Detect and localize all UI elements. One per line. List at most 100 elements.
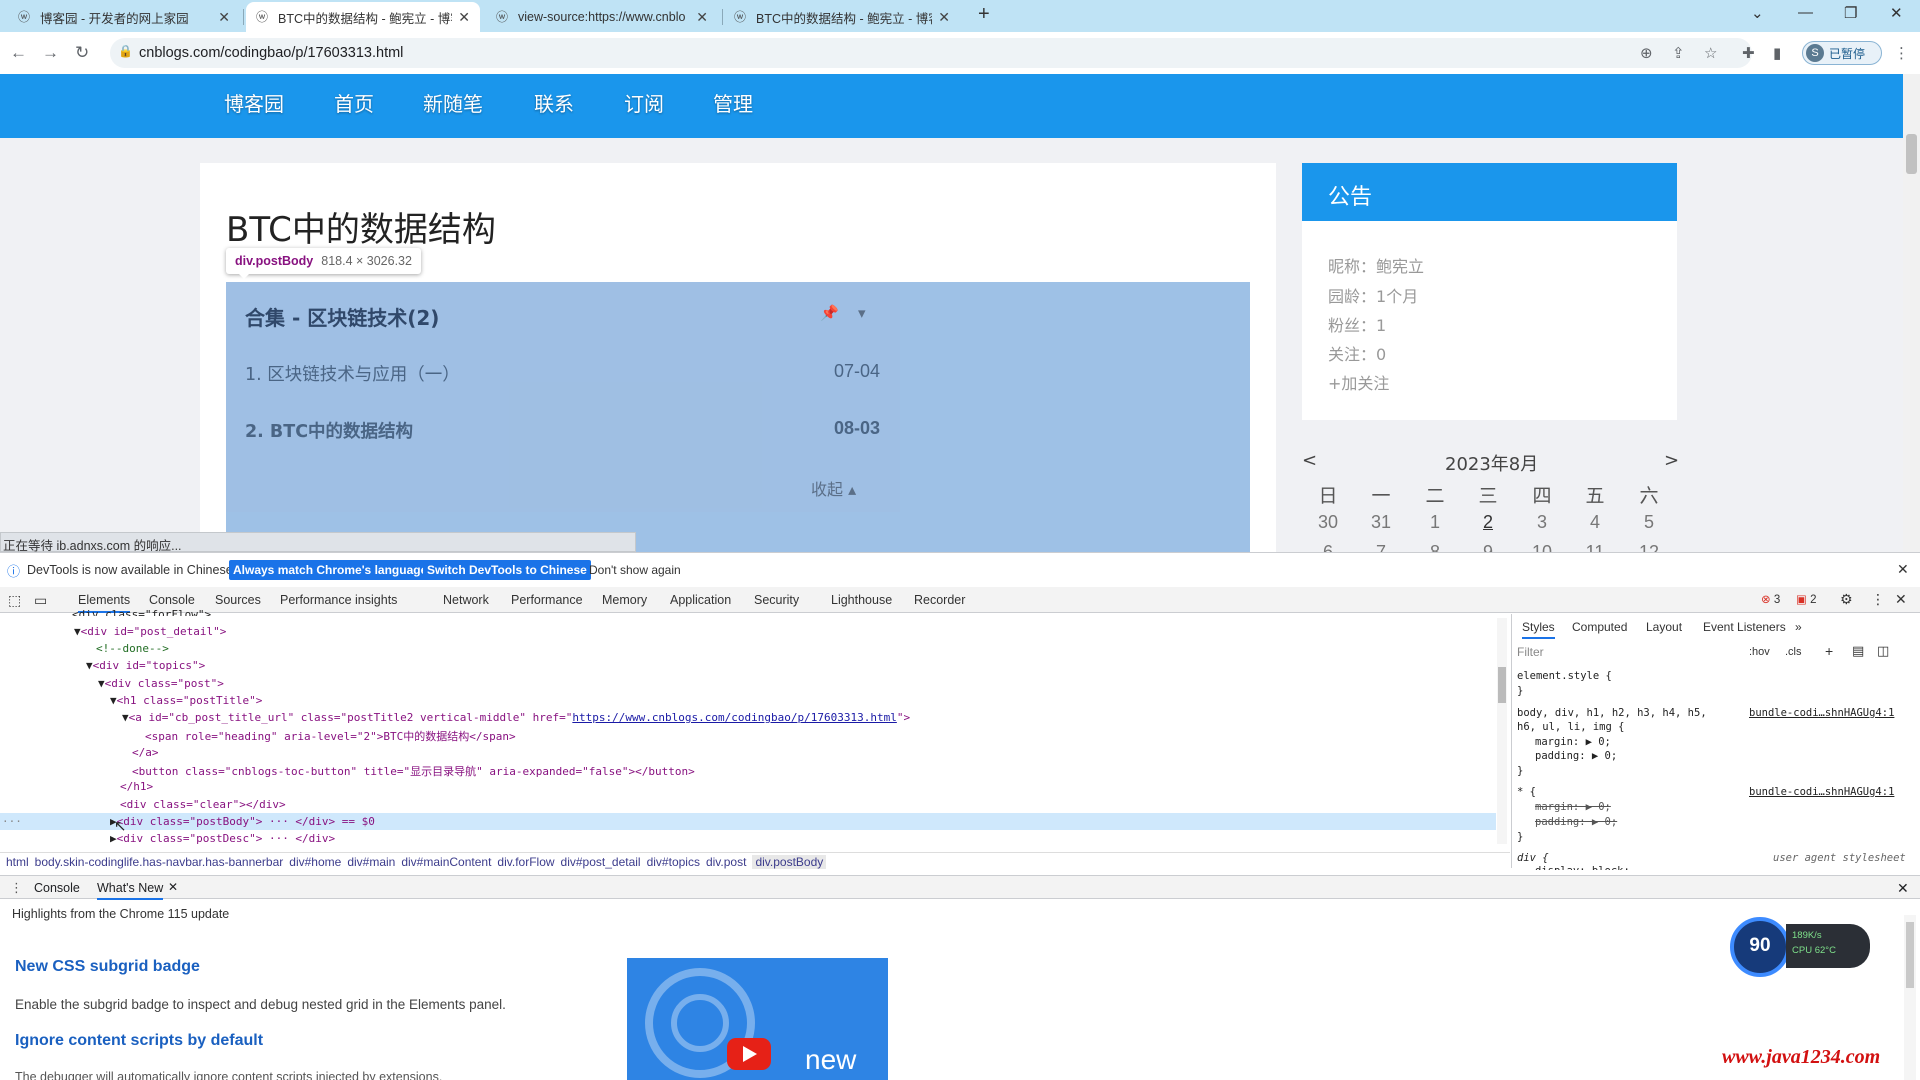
minimize-icon[interactable]: — bbox=[1798, 4, 1813, 21]
dom-comment[interactable]: <!--done--> bbox=[96, 642, 169, 655]
new-rule-icon[interactable]: + bbox=[1825, 643, 1833, 659]
inspect-element-icon[interactable]: ⬚ bbox=[8, 592, 21, 609]
lock-icon[interactable]: 🔒 bbox=[118, 44, 133, 58]
reload-icon[interactable]: ↻ bbox=[75, 43, 89, 63]
collection-item-current[interactable]: 2. BTC中的数据结构 bbox=[245, 418, 413, 443]
paint-icon[interactable]: ▤ bbox=[1852, 643, 1864, 659]
share-icon[interactable]: ⇪ bbox=[1672, 44, 1685, 62]
dom-node-selected[interactable]: ▶<div class="postBody"> ··· </div> == $0 bbox=[110, 815, 375, 828]
breadcrumb-item[interactable]: div#main bbox=[347, 855, 395, 869]
zoom-icon[interactable]: ⊕ bbox=[1640, 44, 1653, 62]
css-rule-selector[interactable]: element.style { bbox=[1517, 670, 1612, 682]
breadcrumb-item[interactable]: div#topics bbox=[647, 855, 700, 869]
bookmark-star-icon[interactable]: ☆ bbox=[1704, 44, 1717, 62]
dom-node[interactable]: ▼<div class="post"> bbox=[98, 677, 224, 690]
extensions-puzzle-icon[interactable]: ✚ bbox=[1742, 44, 1755, 62]
css-declaration[interactable]: padding: ▶ 0; bbox=[1535, 750, 1617, 762]
drawer-tab-whats-new[interactable]: What's New bbox=[97, 881, 164, 900]
breadcrumb-item[interactable]: div#mainContent bbox=[401, 855, 491, 869]
tab-performance[interactable]: Performance bbox=[511, 593, 583, 607]
sidebar-toggle-icon[interactable]: ◫ bbox=[1877, 643, 1889, 659]
tab-performance-insights[interactable]: Performance insights bbox=[280, 593, 397, 607]
css-declaration[interactable]: display: block; bbox=[1535, 865, 1630, 870]
new-tab-icon[interactable]: + bbox=[978, 3, 990, 26]
nav-link-cnblogs[interactable]: 博客园 bbox=[224, 88, 284, 117]
css-rule-selector[interactable]: body, div, h1, h2, h3, h4, h5, bbox=[1517, 707, 1707, 719]
breadcrumb-item[interactable]: div#home bbox=[289, 855, 341, 869]
styles-filter-input[interactable]: Filter bbox=[1513, 642, 1743, 662]
dont-show-again-button[interactable]: Don't show again bbox=[589, 563, 681, 577]
youtube-play-icon[interactable] bbox=[727, 1038, 771, 1070]
match-language-button[interactable]: Always match Chrome's language bbox=[229, 560, 432, 580]
more-tabs-icon[interactable]: » bbox=[1795, 620, 1802, 634]
tab-styles[interactable]: Styles bbox=[1522, 620, 1555, 639]
css-rule-selector[interactable]: div { bbox=[1517, 852, 1549, 864]
css-declaration-overridden[interactable]: padding: ▶ 0; bbox=[1535, 816, 1617, 828]
url-text[interactable]: cnblogs.com/codingbao/p/17603313.html bbox=[139, 45, 403, 61]
dom-node[interactable]: </h1> bbox=[120, 780, 153, 793]
dom-node[interactable]: ▶<div class="postDesc"> ··· </div> bbox=[110, 832, 335, 845]
css-declaration-overridden[interactable]: margin: ▶ 0; bbox=[1535, 801, 1611, 813]
nav-link-manage[interactable]: 管理 bbox=[713, 88, 753, 117]
nav-link-home[interactable]: 首页 bbox=[334, 88, 374, 117]
device-toolbar-icon[interactable]: ▭ bbox=[34, 592, 47, 609]
css-rule-selector[interactable]: h6, ul, li, img { bbox=[1517, 721, 1624, 733]
tab-application[interactable]: Application bbox=[670, 593, 731, 607]
tab-recorder[interactable]: Recorder bbox=[914, 593, 965, 607]
browser-tab-1[interactable]: ⓦ 博客园 - 开发者的网上家园 ✕ bbox=[8, 2, 240, 32]
browser-tab-2[interactable]: ⓦ BTC中的数据结构 - 鲍宪立 - 博客 ✕ bbox=[246, 2, 480, 32]
feature-link[interactable]: Ignore content scripts by default bbox=[15, 1032, 263, 1050]
nav-link-contact[interactable]: 联系 bbox=[534, 88, 574, 117]
tab-layout[interactable]: Layout bbox=[1646, 620, 1682, 634]
close-tab-icon[interactable]: ✕ bbox=[458, 9, 470, 26]
browser-tab-4[interactable]: ⓦ BTC中的数据结构 - 鲍宪立 - 博客 ✕ bbox=[724, 2, 960, 32]
perf-monitor-gauge[interactable]: 90 bbox=[1730, 917, 1790, 977]
dom-node[interactable]: ▼<div id="post_detail"> bbox=[74, 625, 226, 638]
css-rule-selector[interactable]: * { bbox=[1517, 786, 1536, 798]
restore-icon[interactable]: ❐ bbox=[1844, 4, 1857, 22]
css-source-link[interactable]: bundle-codi…shnHAGUg4:1 bbox=[1749, 707, 1894, 719]
pin-icon[interactable]: 📌 bbox=[820, 304, 839, 322]
error-count-badge[interactable]: ⊗ 3 bbox=[1761, 592, 1780, 606]
close-tab-icon[interactable]: ✕ bbox=[696, 9, 708, 26]
dom-node[interactable]: </a> bbox=[132, 746, 159, 759]
collapse-button[interactable]: 收起 ▴ bbox=[811, 476, 856, 500]
infobar-close-icon[interactable]: ✕ bbox=[1897, 561, 1909, 578]
dom-node[interactable]: <div class="clear"></div> bbox=[120, 798, 286, 811]
tab-computed[interactable]: Computed bbox=[1572, 620, 1627, 634]
collection-item[interactable]: 1. 区块链技术与应用（一） bbox=[245, 361, 460, 386]
breadcrumb-item-selected[interactable]: div.postBody bbox=[752, 855, 827, 869]
window-close-icon[interactable]: ✕ bbox=[1890, 4, 1903, 22]
tab-security[interactable]: Security bbox=[754, 593, 799, 607]
tab-sources[interactable]: Sources bbox=[215, 593, 261, 607]
switch-chinese-button[interactable]: Switch DevTools to Chinese bbox=[423, 560, 591, 580]
chevron-down-icon[interactable]: ▾ bbox=[858, 304, 866, 322]
row-dots-icon[interactable]: ··· bbox=[2, 815, 22, 828]
side-panel-icon[interactable]: ▮ bbox=[1773, 44, 1781, 62]
forward-icon[interactable]: → bbox=[42, 43, 59, 63]
age-link[interactable]: 1个月 bbox=[1376, 287, 1418, 306]
drawer-tab-console[interactable]: Console bbox=[34, 881, 80, 895]
nav-link-subscribe[interactable]: 订阅 bbox=[624, 88, 664, 117]
tab-event-listeners[interactable]: Event Listeners bbox=[1703, 620, 1786, 634]
drawer-close-icon[interactable]: ✕ bbox=[1897, 880, 1909, 897]
breadcrumb-item[interactable]: html bbox=[6, 855, 29, 869]
dom-node[interactable]: ▼<h1 class="postTitle"> bbox=[110, 694, 262, 707]
close-whats-new-icon[interactable]: ✕ bbox=[168, 880, 178, 894]
dom-node[interactable]: <div class="forFlow"> bbox=[72, 608, 211, 616]
menu-dots-icon[interactable]: ⋮ bbox=[1894, 44, 1909, 62]
calendar-prev[interactable]: < bbox=[1302, 450, 1317, 471]
back-icon[interactable]: ← bbox=[10, 43, 27, 63]
dom-node[interactable]: ▼<div id="topics"> bbox=[86, 659, 205, 672]
nav-link-new-post[interactable]: 新随笔 bbox=[423, 88, 483, 117]
tab-console[interactable]: Console bbox=[149, 593, 195, 607]
dom-href-link[interactable]: https://www.cnblogs.com/codingbao/p/1760… bbox=[572, 711, 897, 724]
close-tab-icon[interactable]: ✕ bbox=[218, 9, 230, 26]
breadcrumb-item[interactable]: div.forFlow bbox=[497, 855, 554, 869]
drawer-menu-icon[interactable]: ⋮ bbox=[10, 880, 23, 896]
css-declaration[interactable]: margin: ▶ 0; bbox=[1535, 736, 1611, 748]
feature-link[interactable]: New CSS subgrid badge bbox=[15, 958, 200, 976]
cls-toggle[interactable]: .cls bbox=[1785, 646, 1802, 658]
fans-link[interactable]: 1 bbox=[1376, 316, 1386, 335]
dom-scrollbar[interactable] bbox=[1497, 618, 1507, 844]
